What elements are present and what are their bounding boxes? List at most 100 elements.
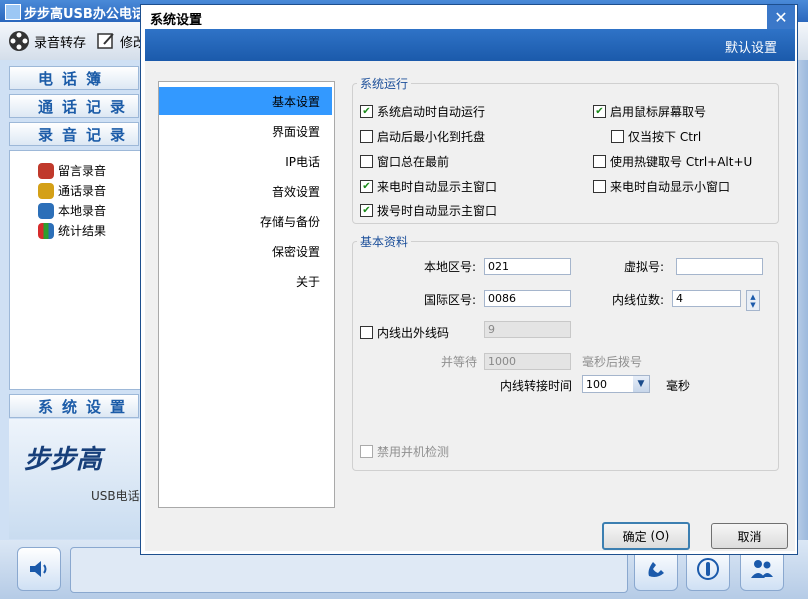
checkbox-box — [360, 445, 373, 458]
checkbox-label: 来电时自动显示主窗口 — [377, 180, 498, 194]
spin-up-icon[interactable]: ▲ — [750, 293, 755, 301]
checkbox-label: 窗口总在最前 — [377, 155, 450, 169]
brand-panel: 步步高 USB电话 — [9, 419, 140, 539]
settings-dialog: 系统设置 ✕ 默认设置 基本设置 界面设置 IP电话 音效设置 存储与备份 保密… — [140, 4, 798, 555]
category-privacy[interactable]: 保密设置 — [159, 237, 332, 265]
reel-icon — [38, 162, 54, 179]
checkbox-box[interactable]: ✔ — [360, 204, 373, 217]
checkbox-label: 禁用并机检测 — [377, 445, 450, 459]
record-save-label: 录音转存 — [34, 35, 87, 51]
app-logo-icon — [5, 4, 21, 20]
speaker-button[interactable] — [17, 547, 61, 591]
checkbox-box[interactable] — [611, 130, 624, 143]
category-list: 基本设置 界面设置 IP电话 音效设置 存储与备份 保密设置 关于 — [158, 81, 335, 508]
category-storage[interactable]: 存储与备份 — [159, 207, 332, 235]
record-save-button[interactable]: 录音转存 — [8, 28, 86, 54]
transfer-time-label: 内线转接时间 — [500, 379, 573, 393]
extension-digits-label: 内线位数: — [612, 293, 665, 307]
category-basic[interactable]: 基本设置 — [159, 87, 332, 115]
wait-label: 并等待 — [441, 355, 478, 369]
transfer-time-select[interactable]: 100 ▼ — [582, 375, 650, 393]
handset-icon — [697, 558, 719, 580]
close-icon[interactable]: ✕ — [767, 5, 795, 29]
extension-digits-input[interactable]: 4 — [672, 290, 741, 307]
spin-down-icon[interactable]: ▼ — [750, 301, 755, 309]
outline-code-input: 9 — [484, 321, 571, 338]
checkbox-box[interactable] — [593, 180, 606, 193]
always-on-top-checkbox[interactable]: 窗口总在最前 — [360, 153, 449, 170]
checkbox-box[interactable] — [593, 155, 606, 168]
checkbox-box[interactable]: ✔ — [360, 180, 373, 193]
checkbox-box[interactable] — [360, 326, 373, 339]
country-code-label: 国际区号: — [424, 293, 477, 307]
checkbox-label: 使用热键取号 Ctrl+Alt+U — [610, 155, 753, 169]
ok-label: 确定 — [622, 529, 647, 544]
extension-digits-spinner[interactable]: ▲ ▼ — [746, 290, 760, 311]
tree-item-stats[interactable]: 统计结果 — [38, 222, 106, 239]
ok-button[interactable]: 确定 (O) — [602, 522, 690, 550]
reel-icon — [38, 182, 54, 199]
local-area-label: 本地区号: — [424, 260, 477, 274]
transfer-time-unit: 毫秒 — [666, 379, 691, 393]
show-main-on-call-checkbox[interactable]: ✔ 来电时自动显示主窗口 — [360, 178, 497, 195]
hotkey-pick-checkbox[interactable]: 使用热键取号 Ctrl+Alt+U — [593, 153, 752, 170]
dialog-header: 默认设置 — [145, 29, 795, 61]
nav-settings[interactable]: 系统设置 — [9, 394, 139, 418]
tree-item-message[interactable]: 留言录音 — [38, 162, 106, 179]
basic-info-legend: 基本资料 — [360, 235, 409, 249]
disable-parallel-checkbox: 禁用并机检测 — [360, 443, 449, 460]
tree-label: 统计结果 — [58, 224, 107, 238]
autostart-checkbox[interactable]: ✔ 系统启动时自动运行 — [360, 103, 485, 120]
recordings-tree: 留言录音 通话录音 本地录音 统计结果 — [9, 150, 141, 390]
checkbox-label: 内线出外线码 — [377, 326, 450, 340]
film-reel-icon — [9, 31, 29, 51]
edit-button[interactable]: 修改 — [96, 28, 146, 54]
checkbox-box[interactable]: ✔ — [593, 105, 606, 118]
ctrl-only-checkbox[interactable]: 仅当按下 Ctrl — [611, 128, 701, 145]
wait-unit: 毫秒后拨号 — [582, 355, 643, 369]
country-code-input[interactable]: 0086 — [484, 290, 571, 307]
category-sound[interactable]: 音效设置 — [159, 177, 332, 205]
cancel-button[interactable]: 取消 — [711, 523, 788, 549]
dialog-body: 基本设置 界面设置 IP电话 音效设置 存储与备份 保密设置 关于 系统运行 ✔… — [145, 61, 795, 551]
checkbox-box[interactable]: ✔ — [360, 105, 373, 118]
virtual-number-input[interactable] — [676, 258, 763, 275]
system-run-legend: 系统运行 — [360, 77, 409, 91]
tree-item-local[interactable]: 本地录音 — [38, 202, 106, 219]
tree-item-call[interactable]: 通话录音 — [38, 182, 106, 199]
checkbox-label: 启动后最小化到托盘 — [377, 130, 486, 144]
show-main-on-dial-checkbox[interactable]: ✔ 拨号时自动显示主窗口 — [360, 202, 497, 219]
nav-call-log[interactable]: 通话记录 — [9, 94, 139, 118]
tree-label: 本地录音 — [58, 204, 107, 218]
local-area-input[interactable]: 021 — [484, 258, 571, 275]
bar-chart-icon — [38, 222, 54, 239]
transfer-time-value: 100 — [586, 378, 607, 391]
nav-phonebook[interactable]: 电话簿 — [9, 66, 139, 90]
app-title: 步步高USB办公电话 — [24, 7, 145, 22]
checkbox-box[interactable] — [360, 155, 373, 168]
virtual-number-label: 虚拟号: — [624, 260, 665, 274]
minimize-tray-checkbox[interactable]: 启动后最小化到托盘 — [360, 128, 485, 145]
tree-label: 通话录音 — [58, 184, 107, 198]
category-ip-phone[interactable]: IP电话 — [159, 147, 332, 175]
wait-input: 1000 — [484, 353, 571, 370]
checkbox-label: 来电时自动显示小窗口 — [610, 180, 731, 194]
outline-code-checkbox[interactable]: 内线出外线码 — [360, 324, 449, 341]
phone-icon — [648, 562, 664, 577]
dialog-title: 系统设置 — [150, 13, 203, 28]
mouse-pick-checkbox[interactable]: ✔ 启用鼠标屏幕取号 — [593, 103, 706, 120]
show-mini-on-call-checkbox[interactable]: 来电时自动显示小窗口 — [593, 178, 730, 195]
checkbox-label: 仅当按下 Ctrl — [628, 130, 702, 144]
brand-logo: 步步高 — [24, 445, 103, 475]
chevron-down-icon[interactable]: ▼ — [633, 376, 649, 392]
default-settings-label[interactable]: 默认设置 — [725, 37, 777, 56]
checkbox-label: 启用鼠标屏幕取号 — [610, 105, 707, 119]
nav-recordings[interactable]: 录音记录 — [9, 122, 139, 146]
category-interface[interactable]: 界面设置 — [159, 117, 332, 145]
speaker-icon — [30, 561, 47, 577]
checkbox-box[interactable] — [360, 130, 373, 143]
reel-icon — [38, 202, 54, 219]
category-about[interactable]: 关于 — [159, 267, 332, 295]
tree-label: 留言录音 — [58, 164, 107, 178]
edit-icon — [97, 33, 114, 49]
